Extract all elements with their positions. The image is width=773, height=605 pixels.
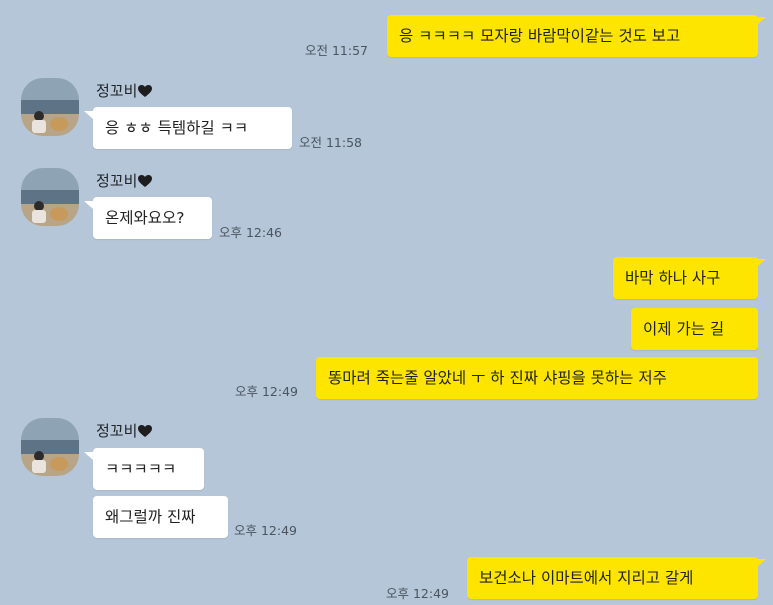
bubble-tail (84, 111, 93, 119)
sender-name: 정꼬비 (96, 80, 153, 101)
my-message-bubble[interactable]: 바막 하나 사구 (613, 257, 758, 299)
heart-icon (138, 425, 153, 437)
message-time: 오후 12:46 (219, 225, 282, 240)
profile-photo-icon (21, 78, 79, 136)
sender-name: 정꼬비 (96, 170, 153, 191)
message-time: 오후 12:49 (235, 384, 298, 399)
my-message-bubble[interactable]: 이제 가는 길 (631, 308, 758, 350)
bubble-tail (84, 452, 93, 460)
sender-avatar[interactable] (21, 78, 79, 136)
bubble-tail (757, 559, 766, 567)
heart-icon (138, 85, 153, 97)
other-message-bubble[interactable]: 응 ㅎㅎ 득템하길 ㅋㅋ (93, 107, 292, 149)
bubble-tail (757, 17, 766, 25)
sender-avatar[interactable] (21, 418, 79, 476)
profile-photo-icon (21, 168, 79, 226)
other-message-bubble[interactable]: 왜그럴까 진짜 (93, 496, 228, 538)
message-time: 오후 12:49 (234, 523, 297, 538)
heart-icon (138, 175, 153, 187)
my-message-bubble[interactable]: 똥마려 죽는줄 알았네 ㅜ 하 진짜 샤핑을 못하는 저주 (316, 357, 758, 399)
sender-avatar[interactable] (21, 168, 79, 226)
other-message-bubble[interactable]: 온제와요오? (93, 197, 212, 239)
sender-name: 정꼬비 (96, 420, 153, 441)
my-message-bubble[interactable]: 응 ㅋㅋㅋㅋ 모자랑 바람막이같는 것도 보고 (387, 15, 758, 57)
profile-photo-icon (21, 418, 79, 476)
other-message-bubble[interactable]: ㅋㅋㅋㅋㅋ (93, 448, 204, 490)
my-message-bubble[interactable]: 보건소나 이마트에서 지리고 갈게 (467, 557, 758, 599)
message-time: 오후 12:49 (386, 586, 449, 601)
message-time: 오전 11:57 (305, 43, 368, 58)
bubble-tail (757, 259, 766, 267)
message-time: 오전 11:58 (299, 135, 362, 150)
bubble-tail (84, 201, 93, 209)
